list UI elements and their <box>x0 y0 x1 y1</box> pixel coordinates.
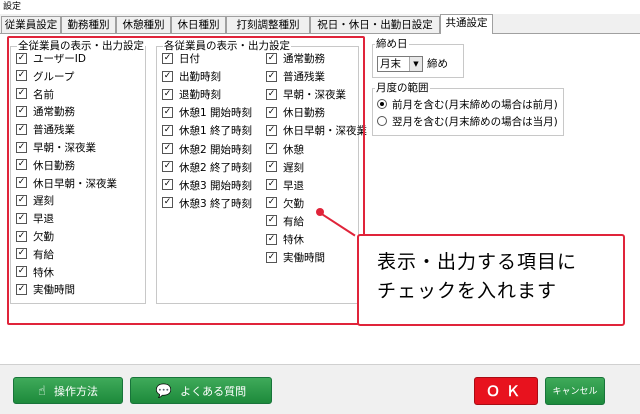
radio-unselected-icon[interactable] <box>377 116 387 126</box>
tab-holiday-calendar[interactable]: 祝日・休日・出勤日設定 <box>310 16 440 33</box>
tab-bar: 従業員設定 勤務種別 休憩種別 休日種別 打刻調整種別 祝日・休日・出勤日設定 … <box>0 14 640 34</box>
closing-day-suffix: 締め <box>427 58 448 70</box>
month-range-title: 月度の範囲 <box>375 81 430 95</box>
month-range-option-previous[interactable]: 前月を含む(月末締めの場合は前月) <box>377 97 558 113</box>
tab-break-types[interactable]: 休憩種別 <box>116 16 171 33</box>
callout-line-2: チェックを入れます <box>377 280 558 302</box>
faq-bubble-icon: 💬 <box>155 384 173 399</box>
month-range-option-next[interactable]: 翌月を含む(月末締めの場合は当月) <box>377 114 558 130</box>
callout-line-1: 表示・出力する項目に <box>377 251 578 273</box>
ok-button[interactable]: ＯＫ <box>474 377 538 405</box>
tab-work-types[interactable]: 勤務種別 <box>61 16 116 33</box>
window-title: 設定 <box>0 0 640 14</box>
tab-punch-adjust-types[interactable]: 打刻調整種別 <box>226 16 310 33</box>
howto-button[interactable]: ☝ 操作方法 <box>13 377 123 404</box>
pointing-hand-icon: ☝ <box>38 384 46 399</box>
footer-bar: ☝ 操作方法 💬 よくある質問 ＯＫ キャンセル <box>0 364 640 414</box>
radio-selected-icon[interactable] <box>377 99 387 109</box>
annotation-highlight-box <box>7 36 365 325</box>
cancel-button[interactable]: キャンセル <box>545 377 605 405</box>
tab-common-settings[interactable]: 共通設定 <box>440 14 493 34</box>
chevron-down-icon[interactable]: ▼ <box>409 57 422 71</box>
closing-day-title: 締め日 <box>375 37 409 51</box>
closing-day-value: 月末 <box>380 58 401 70</box>
annotation-callout: 表示・出力する項目に チェックを入れます <box>357 234 625 326</box>
closing-day-select[interactable]: 月末 ▼ <box>377 56 423 72</box>
tab-employee-settings[interactable]: 従業員設定 <box>1 16 61 33</box>
faq-button[interactable]: 💬 よくある質問 <box>130 377 272 404</box>
tab-holiday-types[interactable]: 休日種別 <box>171 16 226 33</box>
